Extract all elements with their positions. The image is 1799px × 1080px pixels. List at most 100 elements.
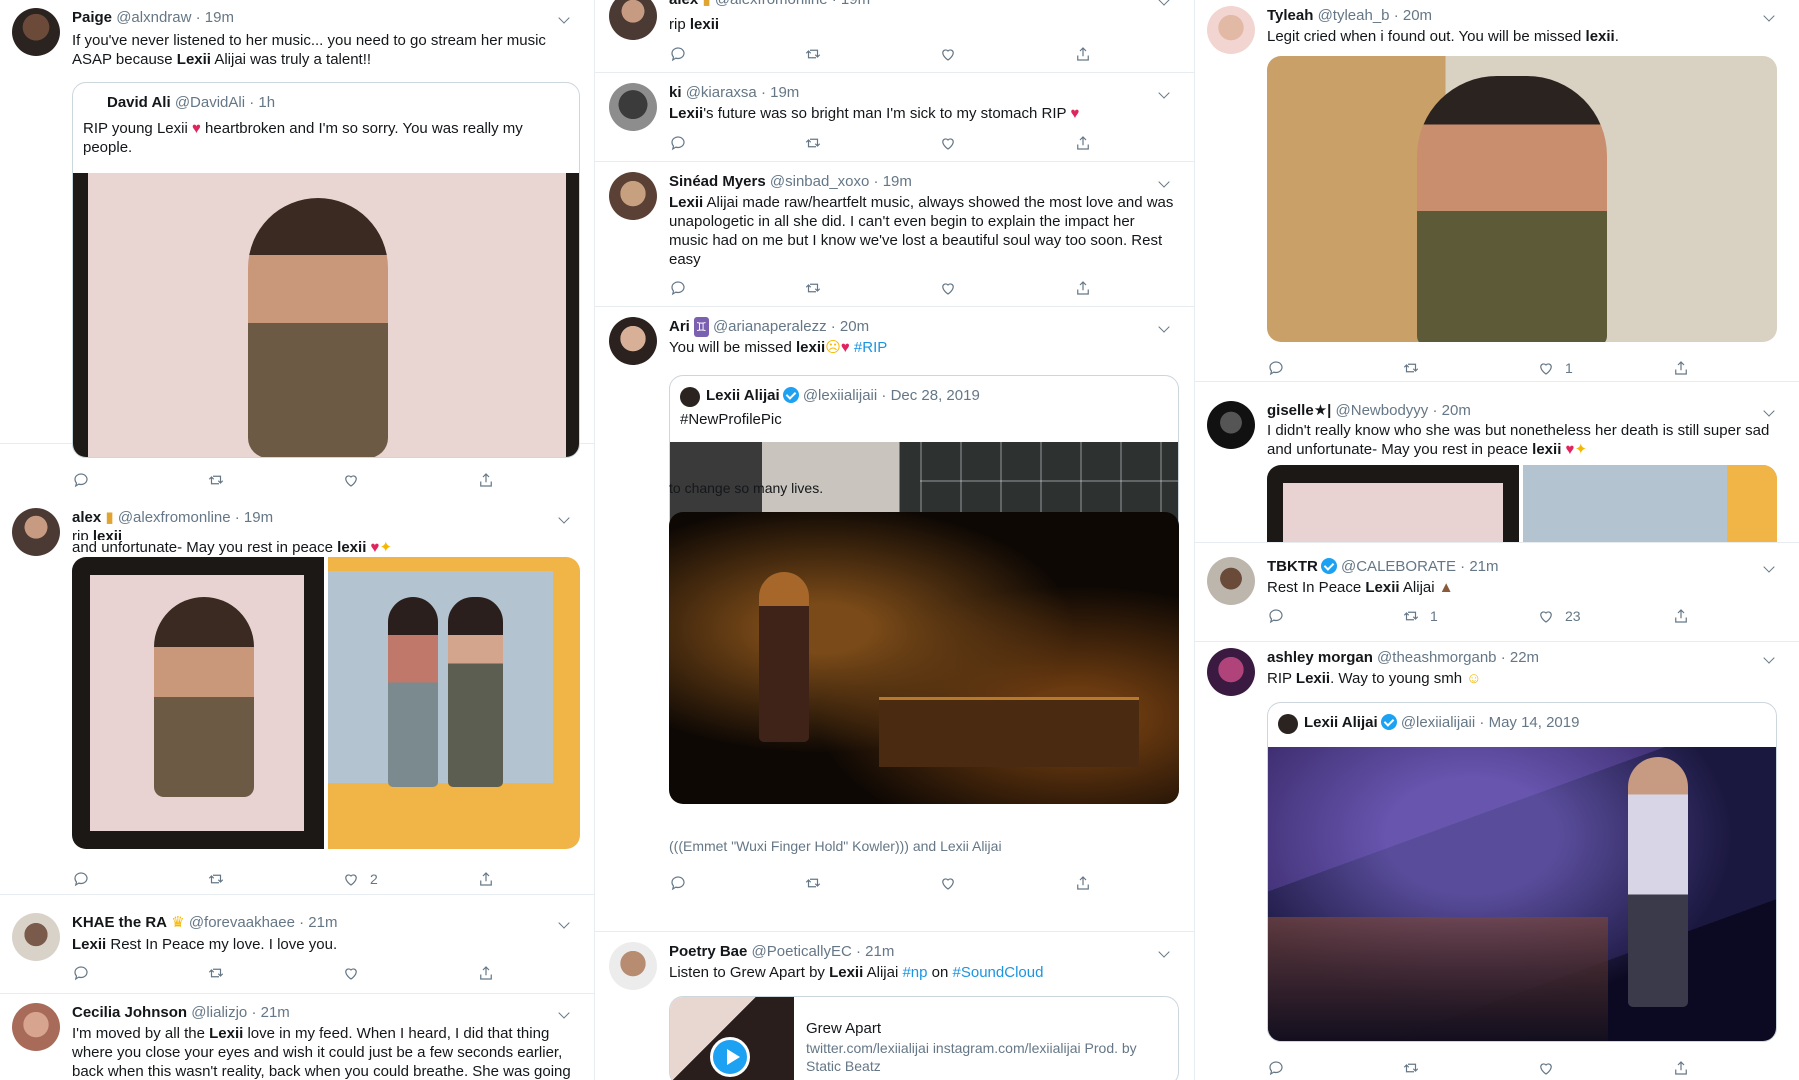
tweet-tyleah[interactable]: Tyleah @tyleah_b · 20m Legit cried when … [1195, 0, 1799, 382]
photo[interactable] [1267, 56, 1777, 342]
quoted-photo[interactable] [1268, 747, 1776, 1041]
chevron-down-icon[interactable] [1160, 323, 1172, 335]
like-button[interactable] [939, 278, 957, 298]
like-button[interactable] [939, 133, 957, 153]
like-button[interactable] [939, 873, 957, 893]
avatar[interactable] [12, 1003, 60, 1051]
display-name[interactable]: ki [669, 84, 682, 101]
tweet-khae[interactable]: KHAE the RA ♛ @forevaakhaee · 21m Lexii … [0, 905, 594, 994]
photo-2[interactable] [328, 557, 580, 849]
tweet-alex-rip[interactable]: alex ▮ @alexfromonline · 19m rip lexii [595, 0, 1194, 73]
like-button[interactable]: 1 [1537, 358, 1573, 378]
chevron-down-icon[interactable] [1160, 948, 1172, 960]
tweet-sinead[interactable]: Sinéad Myers @sinbad_xoxo · 19m Lexii Al… [595, 162, 1194, 307]
display-name[interactable]: KHAE the RA [72, 914, 167, 931]
handle[interactable]: @forevaakhaee [189, 914, 295, 931]
timestamp[interactable]: · 19m [196, 9, 234, 26]
like-button[interactable] [1537, 1058, 1555, 1078]
link-card[interactable]: Grew Apart twitter.com/lexiialijai insta… [669, 996, 1179, 1080]
chevron-down-icon[interactable] [560, 919, 572, 931]
tweet-ashley-morgan[interactable]: ashley morgan @theashmorganb · 22m RIP L… [1195, 642, 1799, 1080]
retweet-button[interactable] [1402, 358, 1420, 378]
chevron-down-icon[interactable] [560, 1009, 572, 1021]
hashtag-np[interactable]: #np [902, 964, 927, 981]
timestamp[interactable]: · 20m [831, 318, 869, 335]
handle[interactable]: @CALEBORATE [1341, 558, 1456, 575]
quoted-photo[interactable] [73, 173, 579, 457]
handle[interactable]: @Newbodyyy [1336, 402, 1429, 419]
like-button[interactable]: 2 [342, 869, 378, 889]
tweet-tbktr[interactable]: TBKTR @CALEBORATE · 21m Rest In Peace Le… [1195, 552, 1799, 642]
timestamp[interactable]: · 19m [761, 84, 799, 101]
hashtag-soundcloud[interactable]: #SoundCloud [953, 964, 1044, 981]
share-button[interactable] [1074, 44, 1092, 64]
quoted-tweet[interactable]: Lexii Alijai @lexiialijaii · May 14, 201… [1267, 702, 1777, 1042]
handle[interactable]: @arianaperalezz [713, 318, 827, 335]
retweet-button[interactable] [804, 278, 822, 298]
tweet-giselle[interactable]: giselle★| @Newbodyyy · 20m I didn't real… [1195, 393, 1799, 543]
reply-button[interactable] [669, 278, 687, 298]
reply-button[interactable] [72, 470, 90, 490]
tweet-ki[interactable]: ki @kiaraxsa · 19m Lexii's future was so… [595, 73, 1194, 162]
handle[interactable]: @tyleah_b [1318, 7, 1390, 24]
retweet-button[interactable] [207, 963, 225, 983]
share-button[interactable] [477, 869, 495, 889]
like-button[interactable]: 23 [1537, 606, 1581, 626]
display-name[interactable]: alex [669, 0, 698, 8]
handle[interactable]: @alexfromonline [715, 0, 828, 8]
handle[interactable]: @sinbad_xoxo [770, 173, 869, 190]
timestamp[interactable]: · 19m [874, 173, 912, 190]
display-name[interactable]: ashley morgan [1267, 649, 1373, 666]
handle[interactable]: @kiaraxsa [686, 84, 757, 101]
photo-1[interactable] [72, 557, 324, 849]
display-name[interactable]: Ari [669, 318, 690, 335]
share-button[interactable] [1672, 606, 1690, 626]
display-name[interactable]: TBKTR [1267, 558, 1318, 575]
timestamp[interactable]: · 20m [1394, 7, 1432, 24]
photo-1[interactable] [1267, 465, 1519, 542]
tweet-cecilia[interactable]: Cecilia Johnson @lializjo · 21m I'm move… [0, 995, 594, 1080]
avatar[interactable] [1207, 401, 1255, 449]
display-name[interactable]: giselle [1267, 402, 1314, 419]
share-button[interactable] [1074, 133, 1092, 153]
avatar[interactable] [609, 83, 657, 131]
display-name[interactable]: Sinéad Myers [669, 173, 766, 190]
photo[interactable] [669, 512, 1179, 804]
reply-button[interactable] [72, 963, 90, 983]
retweet-button[interactable] [804, 44, 822, 64]
share-button[interactable] [1672, 358, 1690, 378]
reply-button[interactable] [669, 44, 687, 64]
timestamp[interactable]: · 21m [299, 914, 337, 931]
timestamp[interactable]: · 22m [1501, 649, 1539, 666]
timestamp[interactable]: · 21m [251, 1004, 289, 1021]
chevron-down-icon[interactable] [560, 514, 572, 526]
timestamp[interactable]: · 20m [1432, 402, 1470, 419]
avatar[interactable] [609, 317, 657, 365]
like-button[interactable] [342, 470, 360, 490]
avatar[interactable] [609, 172, 657, 220]
avatar[interactable] [12, 8, 60, 56]
like-button[interactable] [342, 963, 360, 983]
handle[interactable]: @lializjo [191, 1004, 247, 1021]
retweet-button[interactable]: 1 [1402, 606, 1438, 626]
tweet-paige[interactable]: Paige @alxndraw · 19m If you've never li… [0, 0, 594, 488]
avatar[interactable] [12, 913, 60, 961]
retweet-button[interactable] [207, 869, 225, 889]
display-name[interactable]: Paige [72, 9, 112, 26]
reply-button[interactable] [669, 873, 687, 893]
photo-2[interactable] [1523, 465, 1777, 542]
display-name[interactable]: Tyleah [1267, 7, 1313, 24]
avatar[interactable] [1207, 557, 1255, 605]
like-button[interactable] [939, 44, 957, 64]
handle[interactable]: @PoeticallyEC [752, 943, 852, 960]
handle[interactable]: @alxndraw [116, 9, 191, 26]
share-button[interactable] [477, 963, 495, 983]
reply-button[interactable] [1267, 606, 1285, 626]
share-button[interactable] [1074, 278, 1092, 298]
display-name[interactable]: alex [72, 509, 101, 526]
chevron-down-icon[interactable] [1765, 407, 1777, 419]
retweet-button[interactable] [1402, 1058, 1420, 1078]
chevron-down-icon[interactable] [1160, 178, 1172, 190]
timestamp[interactable]: · 21m [1460, 558, 1498, 575]
timestamp[interactable]: · 19m [832, 0, 870, 8]
